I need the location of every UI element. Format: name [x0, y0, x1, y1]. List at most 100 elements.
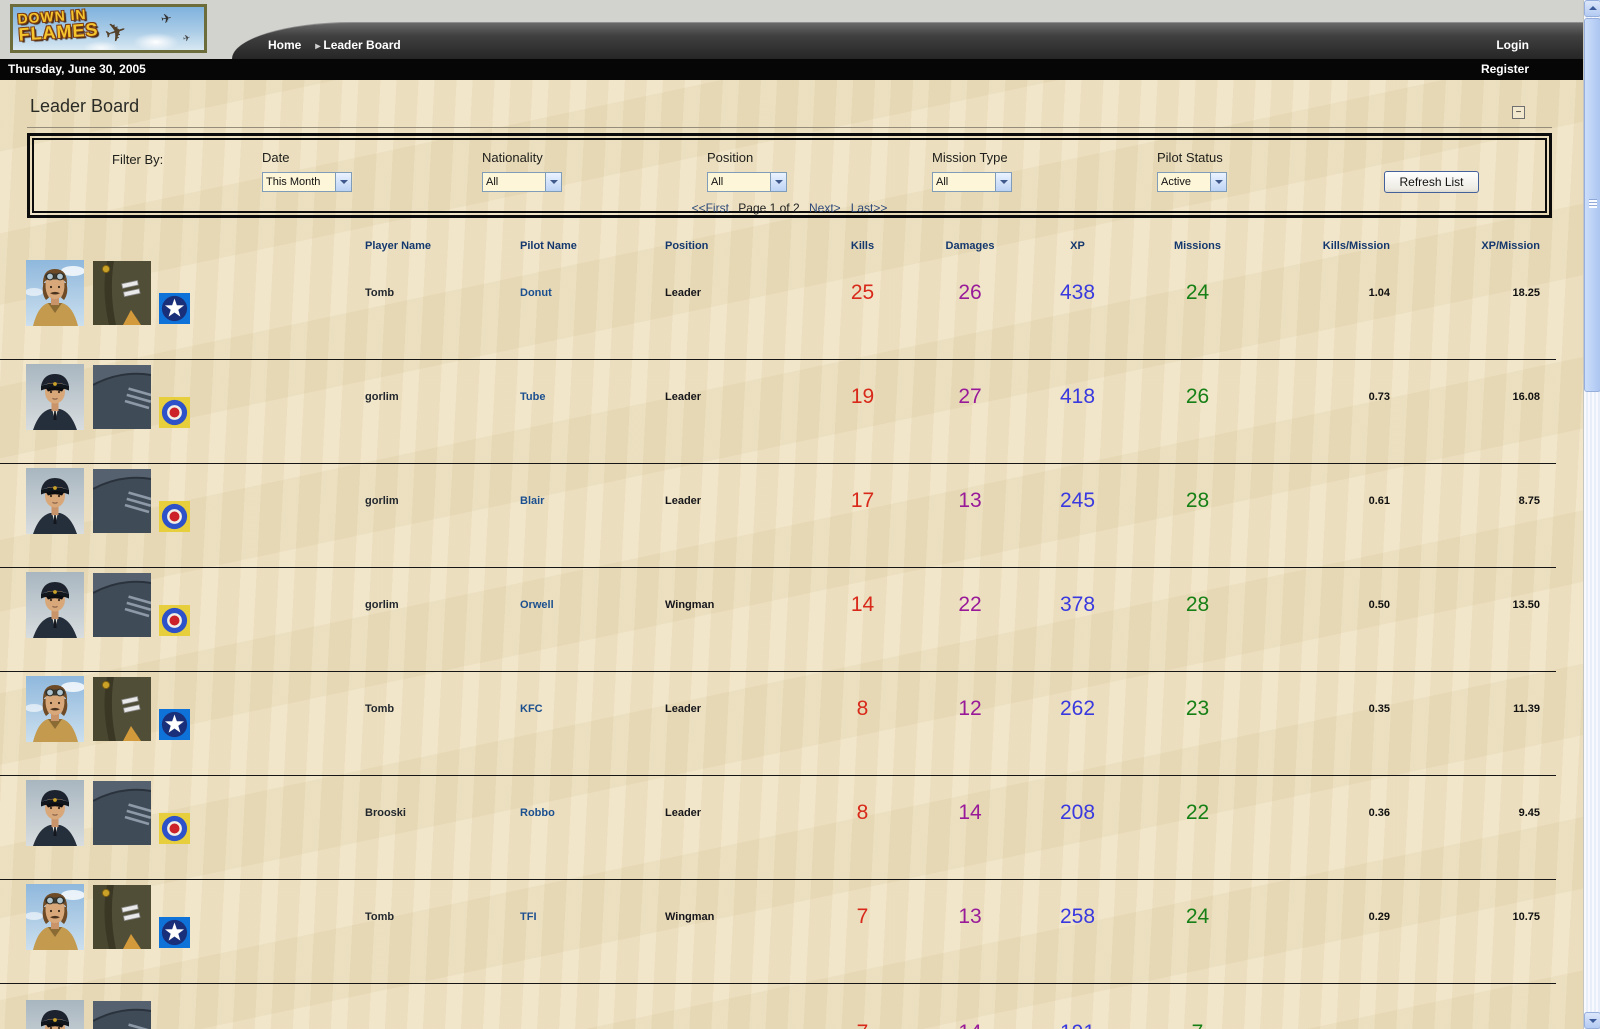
- nationality-select[interactable]: All: [482, 172, 562, 192]
- uniform-image: [93, 469, 151, 533]
- player-name: Tomb: [365, 911, 395, 923]
- scrollbar-thumb[interactable]: [1584, 18, 1600, 392]
- pagination-first-link[interactable]: <<First: [692, 201, 729, 215]
- page: ✈ ✈ ✈ DOWN IN FLAMES Home ▸ Leader Board L…: [0, 0, 1600, 1029]
- chevron-down-icon: [335, 173, 351, 191]
- missions-value: 28: [1185, 489, 1210, 512]
- missions-value: 28: [1185, 593, 1210, 616]
- damages-value: 14: [925, 1000, 1015, 1029]
- filter-group-position: Position All: [707, 150, 787, 192]
- uniform-image: [93, 677, 151, 741]
- scrollbar-up-button[interactable]: [1584, 0, 1600, 17]
- register-link[interactable]: Register: [1481, 59, 1529, 80]
- nationality-select-value: All: [486, 176, 499, 188]
- player-name: Tomb: [365, 703, 395, 715]
- table-row: gorlim Orwell Wingman 14 22 378 28 0.50 …: [0, 568, 1556, 672]
- leaderboard-rows: Tomb Donut Leader 25 26 438 24 1.04 18.2…: [0, 256, 1556, 1029]
- xp-per-mission-value: 8.75: [1518, 495, 1540, 507]
- pilot-name[interactable]: Robbo: [495, 780, 640, 846]
- missions-value: 24: [1185, 281, 1210, 304]
- mission-type-select[interactable]: All: [932, 172, 1012, 192]
- date-select[interactable]: This Month: [262, 172, 352, 192]
- position-value: Wingman: [665, 599, 715, 611]
- collapse-panel-button[interactable]: −: [1512, 106, 1525, 119]
- column-header-xp-per-mission: XP/Mission: [1481, 240, 1540, 252]
- plane-icon: ✈: [181, 32, 192, 44]
- pagination-last-link[interactable]: Last>>: [851, 201, 888, 215]
- chevron-down-icon: [995, 173, 1011, 191]
- pilot-portrait: [26, 260, 84, 326]
- chevron-down-icon: [1210, 173, 1226, 191]
- pilot-images: [0, 468, 340, 534]
- table-row: gorlim Blair Leader 17 13 245 28 0.61 8.…: [0, 464, 1556, 568]
- pilot-name[interactable]: TFI: [495, 884, 640, 950]
- login-link[interactable]: Login: [1496, 38, 1529, 52]
- kills-per-mission-value: [1255, 1000, 1390, 1029]
- pilot-status-filter-label: Pilot Status: [1157, 150, 1223, 165]
- scrollbar-down-button[interactable]: [1584, 1012, 1600, 1029]
- kills-per-mission-value: 0.61: [1368, 495, 1390, 507]
- pilot-name[interactable]: Tube: [495, 364, 640, 430]
- date-select-value: This Month: [266, 176, 321, 188]
- pilot-images: [0, 884, 340, 950]
- cloud-decoration: [133, 33, 179, 50]
- pilot-name[interactable]: Orwell: [495, 572, 640, 638]
- player-name: Brooski: [365, 807, 406, 819]
- player-name: gorlim: [365, 391, 399, 403]
- kills-value: 17: [850, 489, 875, 512]
- position-value: Leader: [665, 287, 702, 299]
- xp-per-mission-value: 16.08: [1512, 391, 1540, 403]
- position-filter-label: Position: [707, 150, 754, 165]
- position-select[interactable]: All: [707, 172, 787, 192]
- player-name: Tomb: [365, 287, 395, 299]
- main-content: Leader Board − Filter By: Date This Mont…: [0, 80, 1583, 1029]
- kills-per-mission-value: 0.35: [1368, 703, 1390, 715]
- position-select-value: All: [711, 176, 724, 188]
- player-name: gorlim: [365, 495, 399, 507]
- pilot-name[interactable]: [495, 1000, 640, 1029]
- pilot-portrait: [26, 884, 84, 950]
- column-header-damages: Damages: [945, 240, 995, 252]
- chevron-down-icon: [770, 173, 786, 191]
- kills-value: 8: [856, 697, 869, 720]
- kills-value: 8: [856, 801, 869, 824]
- column-header-kills-per-mission: Kills/Mission: [1322, 240, 1390, 252]
- refresh-list-button[interactable]: Refresh List: [1384, 171, 1479, 193]
- pilot-images: [0, 572, 340, 638]
- position-value: Leader: [665, 495, 702, 507]
- xp-per-mission-value: 18.25: [1512, 287, 1540, 299]
- pilot-status-select-value: Active: [1161, 176, 1191, 188]
- pilot-name[interactable]: Blair: [495, 468, 640, 534]
- pilot-status-select[interactable]: Active: [1157, 172, 1227, 192]
- column-header-missions: Missions: [1173, 240, 1222, 252]
- pilot-name[interactable]: KFC: [495, 676, 640, 742]
- position-value: Leader: [665, 391, 702, 403]
- uniform-image: [93, 885, 151, 949]
- uniform-image: [93, 781, 151, 845]
- vertical-scrollbar[interactable]: [1583, 0, 1600, 1029]
- nationality-badge-icon: [159, 917, 190, 948]
- xp-value: 191: [1015, 1000, 1140, 1029]
- pilot-name[interactable]: Donut: [495, 260, 640, 326]
- chevron-down-icon: [545, 173, 561, 191]
- mission-type-filter-label: Mission Type: [932, 150, 1008, 165]
- xp-per-mission-value: 11.39: [1513, 703, 1540, 715]
- kills-value: 7: [800, 1000, 925, 1029]
- xp-value: 418: [1059, 385, 1096, 408]
- date-bar: Thursday, June 30, 2005 Register: [0, 59, 1583, 80]
- xp-value: 438: [1059, 281, 1096, 304]
- kills-value: 14: [850, 593, 875, 616]
- plane-icon: ✈: [159, 10, 174, 27]
- column-header-kills: Kills: [850, 240, 875, 252]
- site-logo[interactable]: ✈ ✈ ✈ DOWN IN FLAMES: [10, 4, 207, 53]
- column-header-xp: XP: [1070, 240, 1085, 252]
- pagination-next-link[interactable]: Next>: [809, 201, 841, 215]
- missions-value: 7: [1140, 1000, 1255, 1029]
- table-row: 7 14 191 7: [0, 984, 1556, 1029]
- kills-per-mission-value: 0.50: [1368, 599, 1390, 611]
- kills-per-mission-value: 0.29: [1368, 911, 1390, 923]
- table-row: Tomb Donut Leader 25 26 438 24 1.04 18.2…: [0, 256, 1556, 360]
- nav-home-link[interactable]: Home: [268, 38, 301, 52]
- logo-text: DOWN IN FLAMES: [16, 6, 100, 45]
- position-value: Leader: [665, 703, 702, 715]
